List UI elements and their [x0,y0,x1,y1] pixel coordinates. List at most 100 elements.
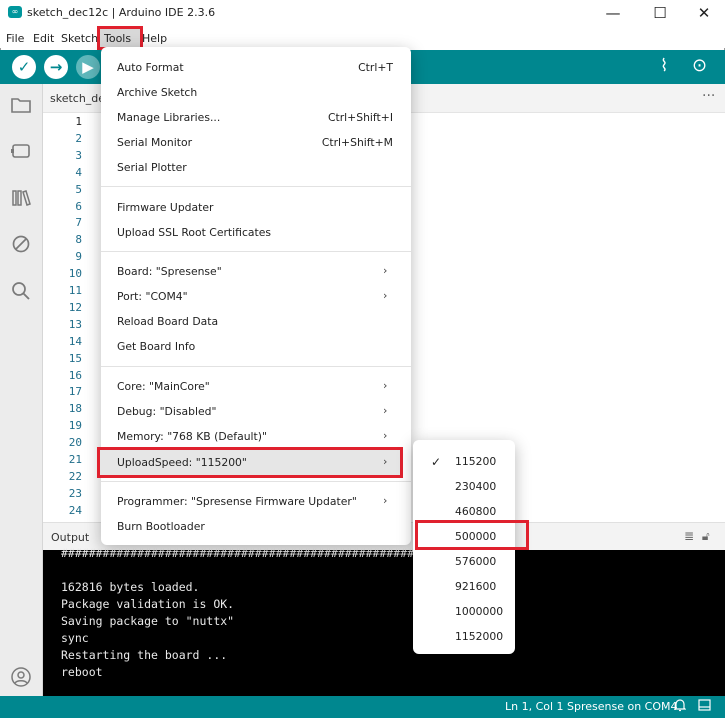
shortcut-label: Ctrl+T [358,61,393,74]
upload-speed-option[interactable]: 921600 [455,580,496,593]
lock-scroll-icon[interactable]: 🔓︎ [702,529,710,543]
notification-bell-icon[interactable] [673,698,687,716]
menu-file[interactable]: File [6,32,24,45]
line-number: 18 [68,402,82,416]
tools-menu-item[interactable]: Get Board Info [117,340,195,353]
serial-monitor-icon[interactable]: ⊙ [692,55,707,76]
line-number: 5 [75,182,82,196]
line-number: 23 [68,486,82,500]
line-number: 21 [68,453,82,466]
tools-menu-item[interactable]: Upload SSL Root Certificates [117,226,271,239]
maximize-button[interactable]: ☐ [638,2,682,24]
menu-edit[interactable]: Edit [33,32,54,45]
folder-icon[interactable] [10,94,32,116]
tools-menu-item[interactable]: Core: "MainCore" [117,380,210,393]
search-icon[interactable] [10,280,32,302]
line-number: 24 [68,503,82,517]
line-number: 1 [75,115,82,128]
tools-menu-item[interactable]: Reload Board Data [117,315,218,328]
line-number: 17 [68,385,82,399]
output-toolbar: ≣ 🔓︎ [684,529,710,544]
sidebar [0,84,43,696]
minimize-button[interactable]: — [591,2,635,24]
line-number: 12 [68,300,82,314]
line-number: 19 [68,419,82,433]
tools-menu-item[interactable]: Manage Libraries... [117,111,220,124]
line-number: 6 [75,199,82,213]
line-number: 13 [68,317,82,331]
line-number: 3 [75,148,82,162]
chevron-right-icon: › [383,379,388,392]
tools-menu-item[interactable]: Serial Monitor [117,136,192,149]
debug-icon[interactable] [10,233,32,255]
line-number: 10 [68,267,82,281]
editor-tab[interactable]: sketch_de [50,92,105,105]
tools-menu-item[interactable]: Burn Bootloader [117,520,205,533]
console-line: Restarting the board ... [61,648,228,662]
tools-menu-item[interactable]: Serial Plotter [117,161,187,174]
speed-500000-highlight [415,520,529,550]
serial-plotter-icon[interactable]: ⌇ [660,56,668,76]
upload-speed-highlight [97,447,403,478]
menu-separator [101,366,411,367]
line-number: 16 [68,368,82,382]
upload-speed-option[interactable]: 1152000 [455,630,503,643]
tools-menu-item[interactable]: Board: "Spresense" [117,265,222,278]
line-number: 14 [68,334,82,348]
close-button[interactable]: ✕ [682,2,725,24]
console-line: sync [61,631,89,645]
console-line: 162816 bytes loaded. [61,580,200,594]
line-number: 11 [68,284,82,297]
upload-speed-option[interactable]: 230400 [455,480,496,493]
toggle-panel-icon[interactable] [698,699,711,714]
line-number: 8 [75,233,82,247]
window-title: sketch_dec12c | Arduino IDE 2.3.6 [27,6,216,19]
line-number: 22 [68,469,82,483]
line-number: 4 [75,165,82,179]
more-icon[interactable]: ··· [702,88,715,104]
checkmark-icon: ✓ [431,455,442,469]
verify-button[interactable]: ✓ [12,55,36,79]
upload-button[interactable]: → [44,55,68,79]
board-status: Spresense on COM4 [567,700,678,713]
tools-menu-item[interactable]: Auto Format [117,61,184,74]
cursor-position: Ln 1, Col 1 [505,700,564,713]
menu-separator [101,186,411,187]
menu-help[interactable]: Help [142,32,167,45]
menu-separator [101,251,411,252]
title-bar: ∞ sketch_dec12c | Arduino IDE 2.3.6 — ☐ … [0,0,725,26]
console-line: reboot [61,665,103,679]
status-bar: Ln 1, Col 1 Spresense on COM4 [0,696,725,718]
menu-sketch[interactable]: Sketch [61,32,98,45]
debug-button[interactable]: ▶ [76,55,100,79]
tools-menu-item[interactable]: Debug: "Disabled" [117,405,216,418]
tools-menu-item[interactable]: Firmware Updater [117,201,213,214]
output-label: Output [51,531,90,544]
chevron-right-icon: › [383,494,388,507]
account-icon[interactable] [10,666,32,688]
line-number: 20 [68,436,82,450]
chevron-right-icon: › [383,264,388,277]
chevron-right-icon: › [383,404,388,417]
upload-speed-option[interactable]: 576000 [455,555,496,568]
library-icon[interactable] [10,187,32,209]
console-line: Saving package to "nuttx" [61,614,235,628]
tools-menu-item[interactable]: Programmer: "Spresense Firmware Updater" [117,495,357,508]
line-number: 15 [68,351,82,365]
chevron-right-icon: › [383,429,388,442]
tools-menu-item[interactable]: Port: "COM4" [117,290,188,303]
tools-menu-item[interactable]: Archive Sketch [117,86,197,99]
board-manager-icon[interactable] [10,140,32,162]
line-number: 7 [75,216,82,230]
line-number: 2 [75,131,82,145]
menu-separator [101,481,411,482]
upload-speed-option[interactable]: 115200 [455,455,496,468]
shortcut-label: Ctrl+Shift+M [321,136,393,149]
console-line: Package validation is OK. [61,597,235,611]
clear-output-icon[interactable]: ≣ [684,529,694,543]
upload-speed-option[interactable]: 460800 [455,505,496,518]
shortcut-label: Ctrl+Shift+I [327,111,393,124]
arduino-logo-icon: ∞ [8,6,22,18]
tools-menu-item[interactable]: Memory: "768 KB (Default)" [117,430,267,443]
upload-speed-option[interactable]: 1000000 [455,605,503,618]
